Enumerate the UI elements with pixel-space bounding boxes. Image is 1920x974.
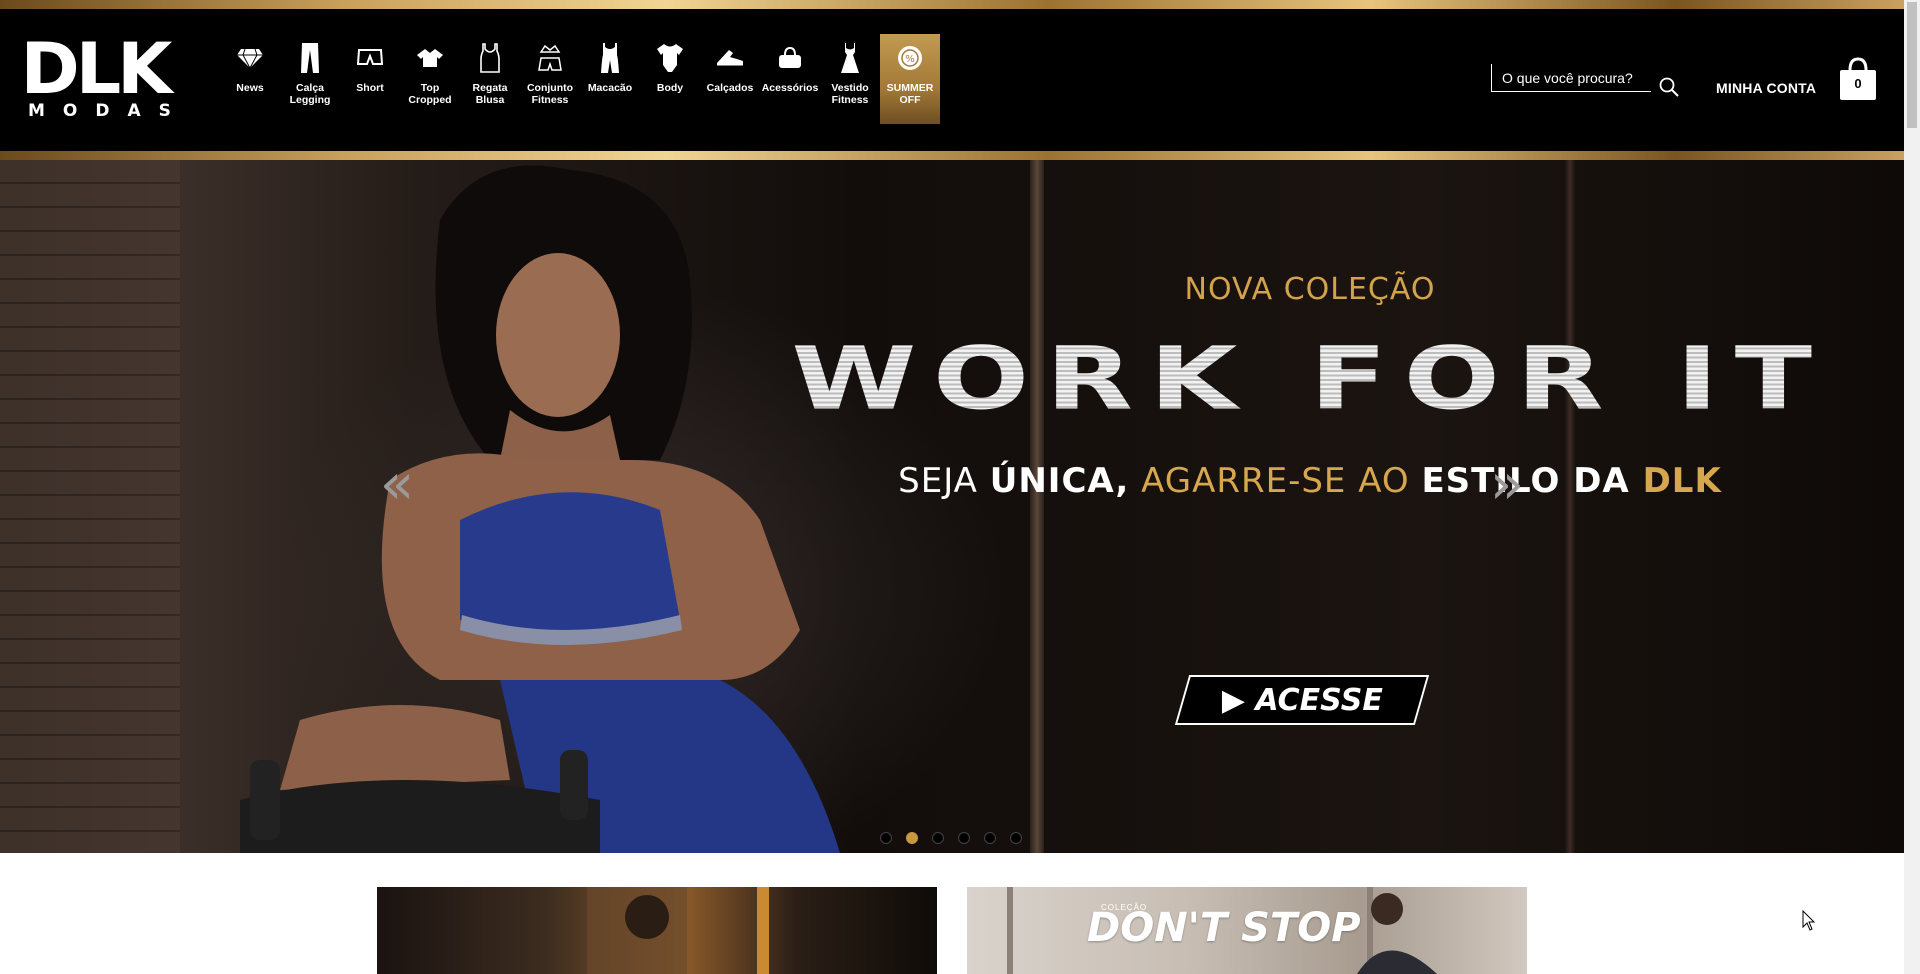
carousel-dot-6[interactable]	[1010, 832, 1022, 844]
nav-item-label: Regata Blusa	[472, 82, 508, 106]
bodysuit-icon	[650, 38, 690, 78]
scrollbar-thumb[interactable]	[1907, 2, 1917, 128]
diamond-icon	[230, 38, 270, 78]
cart-button[interactable]: 0	[1838, 56, 1878, 102]
nav-item-regata-blusa[interactable]: Regata Blusa	[460, 34, 520, 124]
header-gold-strip	[0, 151, 1904, 160]
nav-item-news[interactable]: News	[220, 34, 280, 124]
carousel-prev-arrow[interactable]: «	[372, 457, 422, 513]
shorts-icon	[350, 38, 390, 78]
search-input[interactable]	[1492, 64, 1642, 91]
promo-banner-left[interactable]	[377, 887, 937, 974]
nav-item-label: Conjunto Fitness	[526, 82, 574, 106]
nav-item-summer-off[interactable]: % SUMMER OFF	[880, 34, 940, 124]
background-pillar	[1565, 160, 1575, 853]
banner-photo	[587, 887, 769, 974]
dress-icon	[830, 38, 870, 78]
nav-item-short[interactable]: Short	[340, 34, 400, 124]
page-scrollbar[interactable]	[1904, 0, 1920, 974]
acesse-button[interactable]: ▶ ACESSE	[1174, 675, 1430, 725]
model-photo	[240, 165, 840, 853]
nav-item-conjunto-fitness[interactable]: Conjunto Fitness	[520, 34, 580, 124]
mouse-cursor-icon	[1802, 910, 1816, 931]
banner-title: DON'T STOP	[1087, 905, 1361, 951]
tagline-part: AGARRE-SE AO	[1129, 461, 1422, 501]
nav-item-acessorios[interactable]: Acessórios	[760, 34, 820, 124]
hero-text-block: NOVA COLEÇÃO WORK FOR IT SEJA ÚNICA, AGA…	[780, 272, 1840, 501]
background-pillar	[1030, 160, 1044, 853]
tagline-part: DLK	[1642, 461, 1722, 501]
nav-item-label: Macacão	[587, 82, 633, 94]
tagline-part: SEJA	[898, 461, 990, 501]
bag-icon	[770, 38, 810, 78]
discount-badge-icon: %	[890, 38, 930, 78]
nav-item-body[interactable]: Body	[640, 34, 700, 124]
nav-item-label: SUMMER OFF	[886, 82, 934, 106]
promo-banner-right[interactable]: COLEÇÃO DON'T STOP	[967, 887, 1527, 974]
nav-item-calca-legging[interactable]: Calça Legging	[280, 34, 340, 124]
jumpsuit-icon	[590, 38, 630, 78]
brick-wall-background	[0, 160, 180, 853]
nav-item-label: Short	[356, 82, 384, 94]
nav-item-label: Calça Legging	[289, 82, 331, 106]
logo-letters: DLK	[20, 28, 173, 110]
carousel-dot-3[interactable]	[932, 832, 944, 844]
nav-item-label: Body	[656, 82, 684, 94]
nav-item-label: News	[236, 82, 264, 94]
search-icon	[1659, 77, 1679, 97]
search-button[interactable]	[1658, 76, 1682, 100]
brand-logo[interactable]: DLK MODAS	[20, 28, 173, 125]
category-nav: News Calça Legging Short Top Cropped Reg…	[220, 34, 940, 124]
carousel-dot-5[interactable]	[984, 832, 996, 844]
cart-count: 0	[1854, 76, 1862, 91]
hero-headline: WORK FOR IT	[685, 336, 1904, 422]
tagline-part: ÚNICA,	[989, 461, 1130, 501]
nav-item-label: Top Cropped	[408, 82, 452, 106]
hero-tagline: SEJA ÚNICA, AGARRE-SE AO ESTILO DA DLK	[780, 461, 1840, 501]
my-account-link[interactable]: MINHA CONTA	[1716, 80, 1816, 96]
nav-item-vestido-fitness[interactable]: Vestido Fitness	[820, 34, 880, 124]
search-box	[1491, 64, 1651, 92]
nav-item-label: Vestido Fitness	[831, 82, 869, 106]
hero-kicker: NOVA COLEÇÃO	[1184, 272, 1436, 307]
carousel-dots	[880, 832, 1022, 844]
carousel-dot-4[interactable]	[958, 832, 970, 844]
leggings-icon	[290, 38, 330, 78]
top-icon	[410, 38, 450, 78]
tank-top-icon	[470, 38, 510, 78]
nav-item-macacao[interactable]: Macacão	[580, 34, 640, 124]
carousel-dot-1[interactable]	[880, 832, 892, 844]
nav-item-label: Acessórios	[761, 82, 819, 94]
carousel-next-arrow[interactable]: »	[1482, 457, 1532, 513]
svg-text:%: %	[905, 54, 915, 65]
hero-carousel[interactable]: NOVA COLEÇÃO WORK FOR IT SEJA ÚNICA, AGA…	[0, 160, 1904, 853]
carousel-dot-2[interactable]	[906, 832, 918, 844]
tagline-part: ESTILO DA	[1421, 461, 1643, 501]
top-gold-strip	[0, 0, 1904, 9]
acesse-button-label: ▶ ACESSE	[1221, 682, 1383, 718]
nav-item-calcados[interactable]: Calçados	[700, 34, 760, 124]
nav-item-label: Calçados	[706, 82, 754, 94]
sneaker-icon	[710, 38, 750, 78]
nav-item-top-cropped[interactable]: Top Cropped	[400, 34, 460, 124]
outfit-set-icon	[530, 38, 570, 78]
